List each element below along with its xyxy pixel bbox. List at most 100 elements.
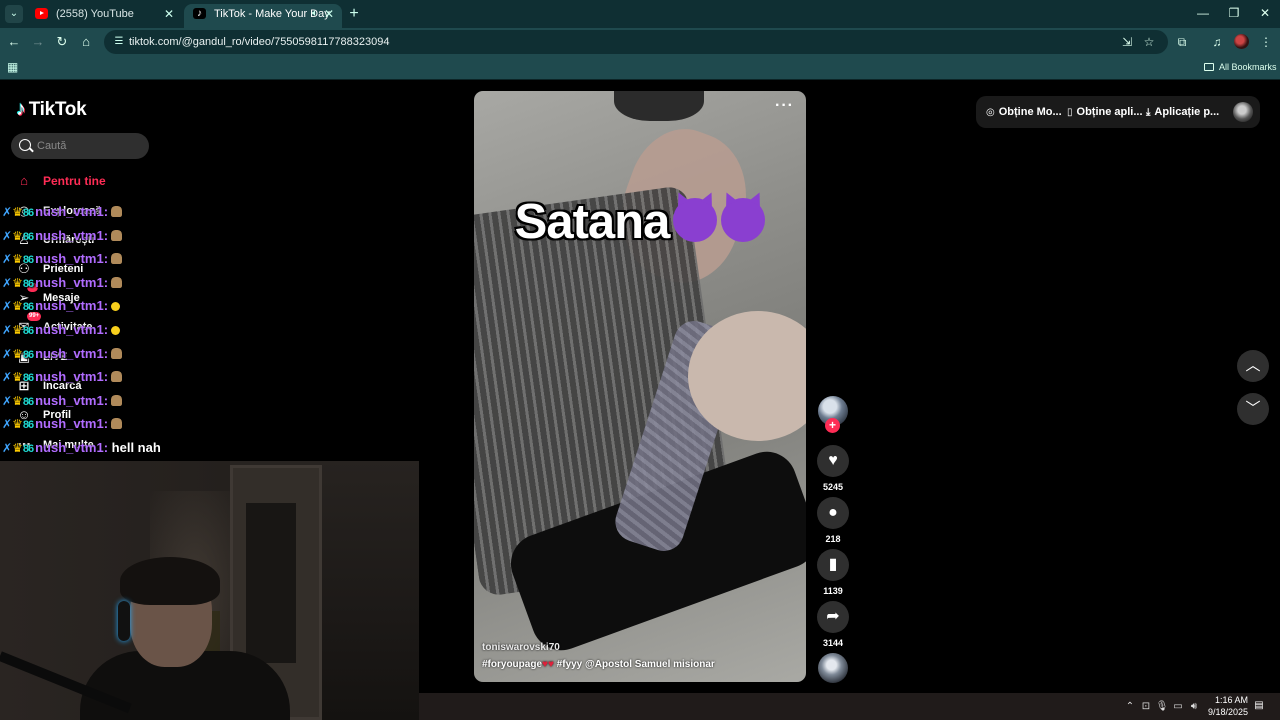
microphone-icon[interactable]: 🎙︎ — [1155, 700, 1169, 714]
mention-link[interactable]: @Apostol Samuel misionar — [585, 659, 715, 670]
tab-tiktok[interactable]: ♪ TikTok - Make Your Day 🔈︎ ✕ — [184, 4, 342, 28]
crown-badge-icon: ♛ — [12, 417, 23, 431]
apps-grid-icon[interactable]: ▦ — [7, 60, 21, 74]
speaker-icon[interactable]: 🔈︎ — [312, 4, 318, 24]
sub-badge-icon: 86 — [22, 254, 34, 266]
tab-title: (2558) YouTube — [56, 8, 134, 20]
user-avatar[interactable] — [1233, 102, 1253, 122]
video-author[interactable]: toniswarovski70 — [482, 642, 560, 653]
sub-badge-icon: 86 — [22, 349, 34, 361]
comment-button[interactable]: ● — [817, 497, 849, 529]
youtube-icon — [35, 8, 48, 19]
video-player[interactable]: Satana ··· toniswarovski70 #foryoupage♥♥… — [474, 91, 806, 682]
tray-chevron-up-icon[interactable]: ⌃ — [1123, 700, 1137, 714]
sub-badge-icon: 86 — [22, 301, 34, 313]
pray-emote-icon — [111, 230, 123, 241]
windows-taskbar: ⌃ ⊡ 🎙︎ ▭ 🔊︎ — [419, 693, 1280, 720]
sword-badge-icon: ✗ — [2, 229, 13, 243]
follow-plus-icon[interactable]: + — [825, 418, 840, 433]
video-tags: #foryoupage♥♥ #fyyy @Apostol Samuel misi… — [482, 659, 715, 670]
back-button[interactable]: ← — [4, 32, 24, 52]
tab-youtube[interactable]: (2558) YouTube ✕ — [26, 4, 182, 28]
search-input[interactable]: Caută — [11, 133, 149, 159]
crown-badge-icon: ♛ — [12, 229, 23, 243]
sword-badge-icon: ✗ — [2, 417, 13, 431]
search-icon — [19, 139, 31, 151]
sub-badge-icon: 86 — [22, 278, 34, 290]
menu-icon[interactable]: ⋮ — [1256, 32, 1276, 52]
webcam-overlay — [0, 461, 419, 720]
desktop-app-button[interactable]: ⤓ Aplicație p... — [1146, 96, 1219, 128]
next-video-button[interactable]: ﹀ — [1237, 393, 1269, 425]
hashtag-link[interactable]: #foryoupage — [482, 659, 542, 670]
sub-badge-icon: 86 — [22, 419, 34, 431]
webcam-door-panel — [246, 503, 296, 663]
search-placeholder: Caută — [37, 140, 67, 152]
chat-message: ✗♛86 nush_vtm1: — [2, 367, 123, 387]
comment-icon: ● — [828, 504, 838, 521]
like-button[interactable]: ♥ — [817, 445, 849, 477]
media-control-icon[interactable]: ♫ — [1207, 32, 1227, 52]
get-app-button[interactable]: ▯ Obține apli... — [1067, 96, 1143, 128]
reload-button[interactable]: ↻ — [52, 32, 72, 52]
restore-button[interactable]: ❐ — [1219, 2, 1249, 24]
pray-emote-icon — [111, 253, 123, 264]
get-coins-button[interactable]: ◎ Obține Mo... — [986, 96, 1062, 128]
network-icon[interactable]: ▭ — [1171, 700, 1185, 714]
crown-badge-icon: ♛ — [12, 276, 23, 290]
chat-message: ✗♛86 nush_vtm1: — [2, 296, 121, 316]
phone-icon: ▯ — [1067, 107, 1073, 118]
site-info-icon[interactable]: ☰ — [112, 35, 126, 49]
sub-badge-icon: 86 — [22, 443, 34, 455]
browser-tab-strip: ⌄ (2558) YouTube ✕ ♪ TikTok - Make Your … — [0, 0, 1280, 28]
comment-count: 218 — [825, 534, 841, 544]
tab-search-chevron-icon[interactable]: ⌄ — [5, 5, 23, 23]
download-icon: ⤓ — [1146, 107, 1151, 118]
more-options-icon[interactable]: ··· — [775, 97, 794, 115]
browser-toolbar: ← → ↻ ⌂ ☰ tiktok.com/@gandul_ro/video/75… — [0, 28, 1280, 56]
install-app-icon[interactable]: ⇲ — [1118, 33, 1136, 51]
chat-message: ✗♛86 nush_vtm1: — [2, 226, 123, 246]
all-bookmarks-button[interactable]: All Bookmarks — [1204, 56, 1277, 78]
notification-center-icon[interactable]: ▤ — [1252, 700, 1266, 712]
share-button[interactable]: ➦ — [817, 601, 849, 633]
address-bar[interactable]: ☰ tiktok.com/@gandul_ro/video/7550598117… — [104, 30, 1168, 54]
close-tab-icon[interactable]: ✕ — [164, 4, 174, 24]
pray-emote-icon — [111, 418, 123, 429]
share-count: 3144 — [822, 638, 844, 648]
sword-badge-icon: ✗ — [2, 323, 13, 337]
sword-badge-icon: ✗ — [2, 394, 13, 408]
profile-avatar[interactable] — [1234, 34, 1249, 49]
chat-message: ✗♛86 nush_vtm1: — [2, 414, 123, 434]
crown-badge-icon: ♛ — [12, 394, 23, 408]
previous-video-button[interactable]: ︿ — [1237, 350, 1269, 382]
coin-icon: ◎ — [986, 107, 995, 118]
crown-badge-icon: ♛ — [12, 299, 23, 313]
close-window-button[interactable]: ✕ — [1250, 2, 1280, 24]
home-button[interactable]: ⌂ — [76, 32, 96, 52]
url-text[interactable]: tiktok.com/@gandul_ro/video/755059811778… — [129, 30, 390, 54]
new-tab-button[interactable]: + — [345, 4, 363, 24]
music-disc-icon[interactable] — [818, 653, 848, 683]
bookmarks-bar: ▦ All Bookmarks — [0, 56, 1280, 80]
hashtag-link[interactable]: #fyyy — [557, 659, 583, 670]
close-tab-icon[interactable]: ✕ — [324, 4, 334, 24]
tray-device-icon[interactable]: ⊡ — [1139, 700, 1153, 714]
tiktok-logo[interactable]: ♪ TikTok — [16, 98, 87, 121]
taskbar-clock[interactable]: 1:16 AM 9/18/2025 — [1196, 694, 1248, 718]
chat-message: ✗♛86 nush_vtm1: — [2, 391, 123, 411]
clock-date: 9/18/2025 — [1207, 707, 1248, 717]
sword-badge-icon: ✗ — [2, 205, 13, 219]
forward-button[interactable]: → — [28, 32, 48, 52]
sword-badge-icon: ✗ — [2, 441, 13, 455]
minimize-button[interactable]: — — [1188, 2, 1218, 24]
folder-icon — [1204, 63, 1214, 71]
clock-time: 1:16 AM — [1214, 695, 1248, 705]
extensions-icon[interactable]: ⧉ — [1172, 32, 1192, 52]
sub-badge-icon: 86 — [22, 372, 34, 384]
bookmark-star-icon[interactable]: ☆ — [1140, 33, 1158, 51]
save-button[interactable]: ▮ — [817, 549, 849, 581]
crown-badge-icon: ♛ — [12, 347, 23, 361]
chat-message: ✗♛86 nush_vtm1: — [2, 320, 121, 340]
save-count: 1139 — [823, 586, 843, 596]
